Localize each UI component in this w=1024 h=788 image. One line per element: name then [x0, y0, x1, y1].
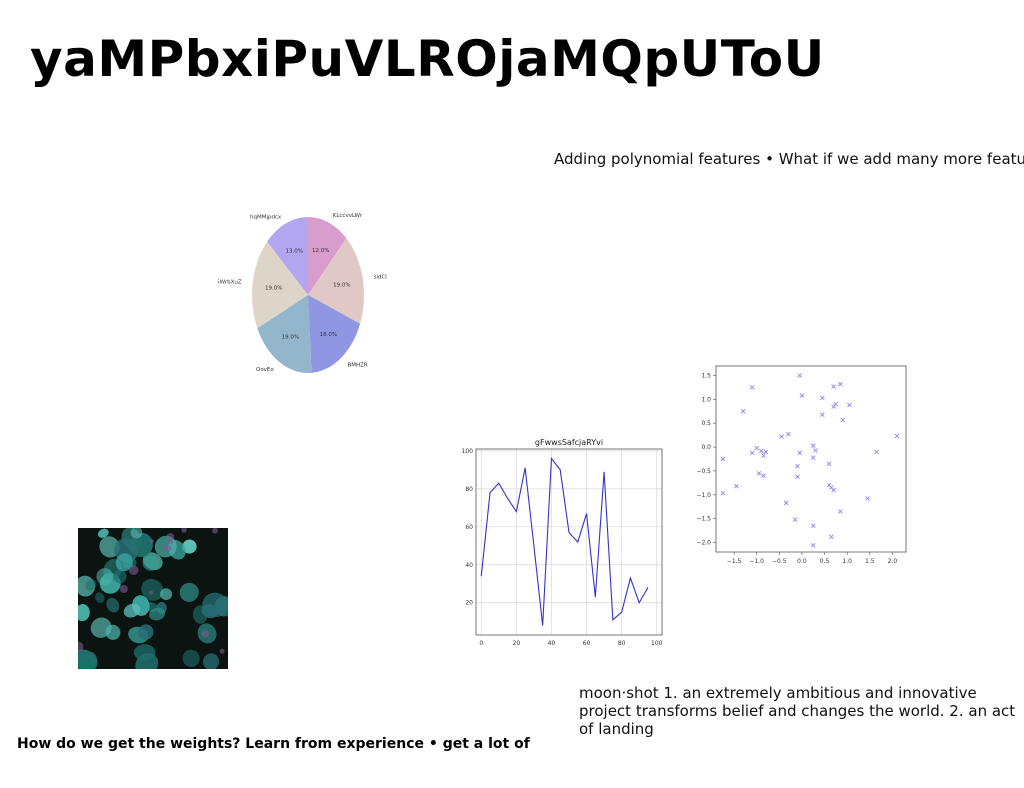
scatter-point: [749, 450, 755, 456]
line-x-tick-label: 40: [548, 640, 556, 647]
scatter-y-tick-label: 0.5: [701, 420, 711, 427]
scatter-point: [761, 453, 766, 458]
line-series: [480, 456, 649, 626]
scatter-point: [795, 463, 800, 469]
scatter-point: [894, 433, 900, 439]
scatter-x-tick-label: 0.0: [797, 558, 807, 565]
scatter-y-tick-label: 1.0: [701, 396, 711, 403]
scatter-point: [826, 461, 832, 467]
scatter-point: [840, 417, 845, 423]
scatter-point: [847, 402, 852, 408]
scatter-point: [734, 483, 739, 489]
scatter-x-tick-label: −1.5: [727, 558, 742, 565]
scatter-point: [831, 487, 836, 493]
pie-category-label: SWrbXuZ: [218, 280, 242, 286]
scatter-point: [810, 455, 816, 460]
scatter-point: [763, 449, 769, 455]
leaves-image: [78, 528, 228, 669]
page-title: yaMPbxiPuVLROjaMQpUToU: [30, 30, 825, 88]
line-chart-frame: [475, 448, 663, 636]
pie-value-label: 12.0%: [312, 248, 329, 254]
scatter-y-tick-label: −2.0: [696, 539, 711, 546]
moonshot-definition: moon·shot 1. an extremely ambitious and …: [579, 684, 1016, 738]
scatter-point: [740, 408, 746, 414]
scatter-x-tick-label: 1.5: [865, 558, 875, 565]
line-y-tick-label: 100: [462, 448, 474, 455]
scatter-point: [810, 543, 816, 548]
line-x-tick-label: 60: [583, 640, 591, 647]
scatter-point: [792, 517, 798, 522]
line-y-tick-label: 80: [465, 486, 473, 493]
scatter-point: [829, 534, 834, 540]
pie-chart: 12.0% KLccvvLWr 19.0% sidCl 18.0% BMHZR 19.0% O…: [218, 213, 388, 373]
pie-category-label: OovEo: [256, 367, 274, 373]
scatter-y-tick-label: −1.5: [696, 516, 711, 523]
scatter-y-tick-label: 0.0: [701, 444, 711, 451]
subtitle-text: Adding polynomial features • What if we …: [554, 150, 1024, 168]
line-y-tick-label: 60: [465, 524, 473, 531]
weights-caption: How do we get the weights? Learn from ex…: [17, 736, 530, 752]
pie-value-label: 18.0%: [320, 332, 337, 338]
scatter-x-tick-label: 2.0: [888, 558, 898, 565]
line-chart: gFwwsSafcjaRYvi 0 20 40 60 80 100 20 40 60 80 100: [462, 438, 663, 647]
scatter-y-tick-label: −0.5: [696, 468, 711, 475]
line-y-tick-label: 40: [465, 562, 473, 569]
scatter-point: [810, 443, 816, 448]
scatter-x-tick-label: 0.5: [820, 558, 830, 565]
line-x-tick-label: 80: [618, 640, 626, 647]
scatter-point: [813, 448, 818, 453]
pie-value-label: 19.0%: [265, 285, 282, 291]
scatter-point: [865, 496, 870, 501]
pie-value-label: 19.0%: [282, 335, 299, 341]
scatter-point: [786, 431, 791, 437]
leaves-photo: [78, 528, 228, 669]
scatter-point: [819, 395, 825, 401]
scatter-point: [874, 449, 879, 455]
pie-category-label: KLccvvLWr: [333, 213, 363, 219]
scatter-point: [831, 384, 836, 389]
scatter-point: [756, 470, 762, 476]
scatter-point: [819, 412, 825, 417]
scatter-x-tick-label: −1.0: [749, 558, 764, 565]
scatter-point: [783, 500, 789, 506]
scatter-point: [758, 448, 764, 454]
scatter-point: [720, 456, 726, 462]
scatter-x-tick-label: −0.5: [772, 558, 787, 565]
scatter-point: [838, 509, 843, 514]
scatter-point: [754, 445, 760, 451]
line-chart-title: gFwwsSafcjaRYvi: [535, 438, 603, 447]
line-y-tick-label: 20: [465, 600, 473, 607]
scatter-point: [797, 373, 803, 378]
line-x-tick-label: 0: [479, 640, 483, 647]
scatter-point: [720, 491, 726, 496]
scatter-y-tick-label: 1.5: [701, 373, 711, 380]
scatter-point: [797, 450, 803, 456]
scatter-point: [838, 381, 843, 387]
line-x-tick-label: 100: [651, 640, 663, 647]
scatter-point: [831, 404, 836, 409]
scatter-x-tick-label: 1.0: [842, 558, 852, 565]
pie-category-label: hqMMjpdcx: [250, 214, 282, 220]
pie-value-label: 19.0%: [333, 282, 350, 288]
pie-category-label: BMHZR: [347, 362, 367, 368]
scatter-point: [810, 523, 816, 529]
line-x-tick-label: 20: [513, 640, 521, 647]
scatter-point: [761, 473, 766, 479]
scatter-point: [795, 474, 800, 479]
pie-category-label: sidCl: [374, 274, 388, 280]
scatter-y-tick-label: −1.0: [696, 492, 711, 499]
scatter-point: [779, 434, 784, 439]
scatter-point: [749, 385, 755, 390]
scatter-chart: −1.5 −1.0 −0.5 0.0 0.5 1.0 1.5 2.0 1.5 1.0 0.5 0.0 −…: [696, 365, 907, 565]
scatter-point: [799, 393, 805, 398]
pie-value-label: 13.0%: [285, 249, 302, 255]
